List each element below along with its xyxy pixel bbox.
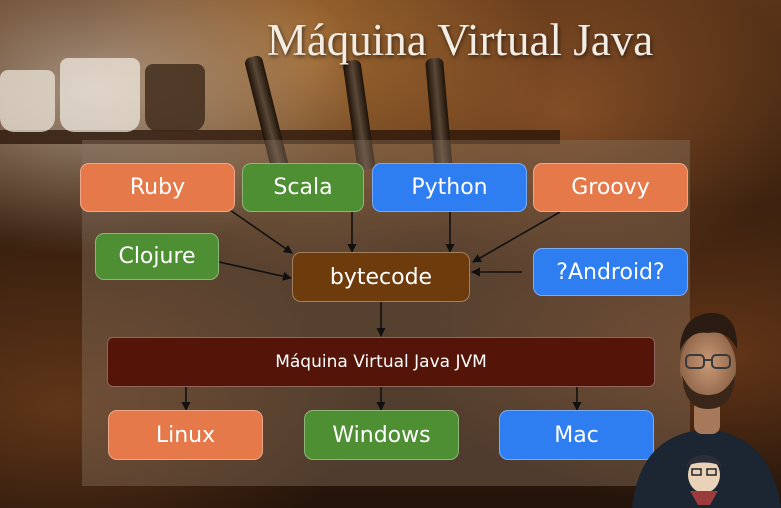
language-clojure: Clojure <box>95 233 219 280</box>
jvm-bar: Máquina Virtual Java JVM <box>107 337 655 387</box>
language-android: ?Android? <box>533 248 688 296</box>
language-scala: Scala <box>242 163 364 212</box>
arrow-clojure-bytecode <box>218 261 292 281</box>
bytecode-box: bytecode <box>292 252 470 302</box>
language-python: Python <box>372 163 527 212</box>
presenter-webcam-overlay <box>632 313 781 508</box>
platform-windows: Windows <box>304 410 459 460</box>
language-ruby: Ruby <box>80 163 235 212</box>
language-groovy: Groovy <box>533 163 688 212</box>
arrow-ruby-bytecode <box>229 209 293 254</box>
platform-linux: Linux <box>108 410 263 460</box>
